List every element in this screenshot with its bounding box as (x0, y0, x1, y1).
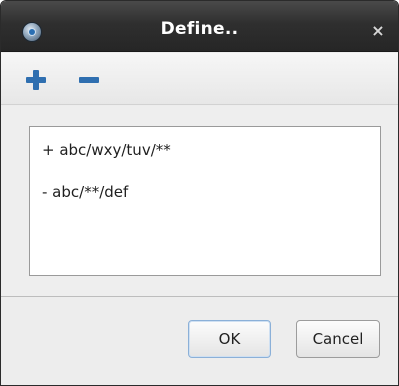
dialog-title: Define.. (160, 19, 239, 39)
remove-button[interactable] (76, 67, 102, 93)
add-button[interactable] (23, 67, 49, 93)
minus-icon (79, 77, 99, 83)
cancel-button[interactable]: Cancel (296, 320, 380, 358)
pattern-list[interactable]: + abc/wxy/tuv/** - abc/**/def (29, 126, 381, 276)
define-dialog: Define.. × + abc/wxy/tuv/** - abc/**/def… (0, 0, 399, 386)
list-item[interactable]: + abc/wxy/tuv/** (42, 141, 171, 159)
plus-icon (26, 70, 46, 90)
toolbar (1, 53, 398, 105)
close-icon: × (371, 21, 385, 40)
list-item[interactable]: - abc/**/def (42, 183, 128, 201)
content-area: + abc/wxy/tuv/** - abc/**/def (1, 106, 398, 296)
title-bar[interactable]: Define.. × (1, 1, 398, 52)
close-button[interactable]: × (368, 21, 388, 41)
ok-button[interactable]: OK (188, 320, 271, 358)
button-bar: OK Cancel (1, 297, 398, 385)
